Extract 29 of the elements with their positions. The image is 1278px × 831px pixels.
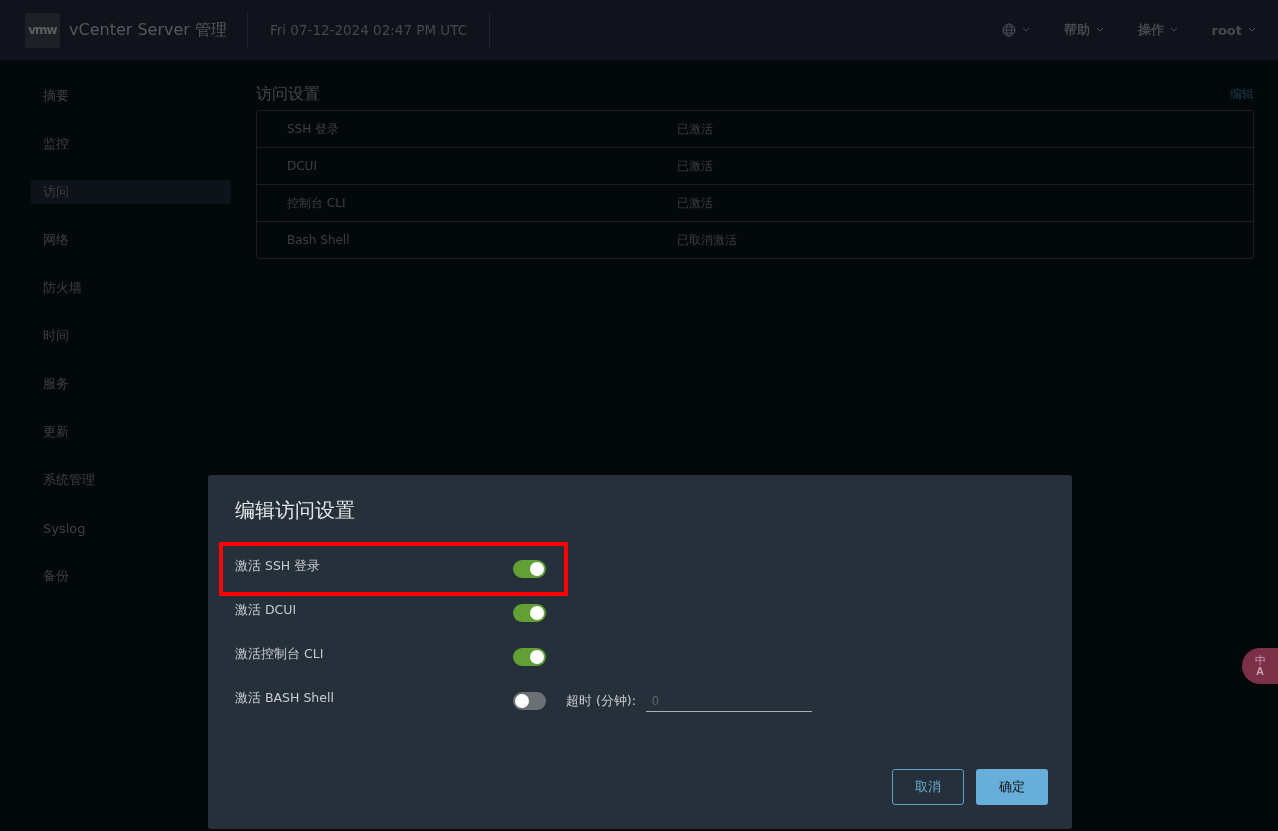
toggle-switch[interactable] [513,604,546,622]
option-label: 激活 SSH 登录 [235,557,322,575]
timeout-label: 超时 (分钟): [566,692,636,710]
dialog-title: 编辑访问设置 [235,497,356,524]
vmw-logo: vmw [25,12,60,48]
setting-name: Bash Shell [286,233,351,247]
toggle-switch[interactable] [513,648,546,666]
sidebar-item[interactable]: 备份 [31,564,231,588]
chevron-down-icon [1248,27,1256,33]
sidebar-item[interactable]: 摘要 [31,84,231,108]
chevron-down-icon [1095,27,1104,33]
translate-button[interactable]: 中 A [1242,648,1278,684]
toggle-switch[interactable] [513,560,546,578]
ok-button[interactable]: 确定 [976,769,1048,805]
edit-link[interactable]: 编辑 [1230,85,1254,103]
app-title: vCenter Server 管理 [69,19,227,41]
option-label: 激活 BASH Shell [235,689,335,707]
setting-name: DCUI [286,159,318,173]
sidebar-item[interactable]: 服务 [31,372,231,396]
chevron-down-icon [1169,27,1178,33]
globe-icon [1001,23,1016,37]
option-label: 激活 DCUI [235,601,298,619]
sidebar-item[interactable]: 网络 [31,228,231,252]
section-title: 访问设置 [256,83,320,105]
cancel-button[interactable]: 取消 [892,769,964,805]
toggle-switch[interactable] [513,692,546,710]
sidebar-item[interactable]: Syslog [31,516,231,540]
option-label: 激活控制台 CLI [235,645,325,663]
chevron-down-icon [1021,27,1030,33]
